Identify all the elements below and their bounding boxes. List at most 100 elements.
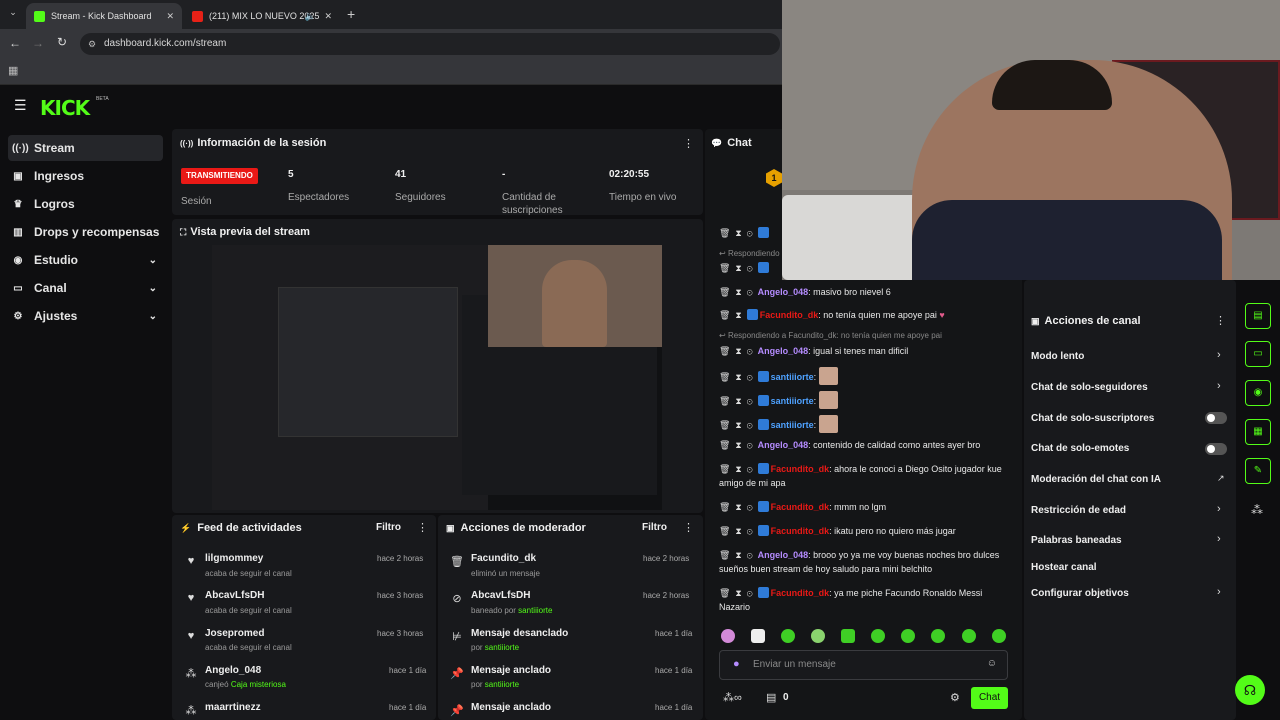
emote-icon[interactable]: [781, 629, 795, 643]
emote-icon[interactable]: [871, 629, 885, 643]
notes-icon[interactable]: ▤: [1245, 303, 1271, 329]
followers-only-setting[interactable]: Chat de solo-seguidores: [1031, 382, 1148, 393]
mod-tools-icon[interactable]: 🗑⧗⊙: [719, 372, 758, 382]
mod-tools-icon[interactable]: 🗑⧗⊙: [719, 263, 758, 273]
chat-bubble-icon[interactable]: ▭: [1245, 341, 1271, 367]
help-chat-button[interactable]: ☊: [1235, 675, 1265, 705]
feed-item-name[interactable]: AbcavLfsDH: [205, 590, 264, 601]
community-icon[interactable]: ⁂: [1251, 503, 1263, 517]
more-options-icon[interactable]: ⋮: [417, 521, 428, 534]
mod-item-name[interactable]: Facundito_dk: [471, 553, 536, 564]
chevron-right-icon[interactable]: ›: [1217, 533, 1221, 545]
mod-tools-icon[interactable]: 🗑⧗: [719, 310, 747, 320]
slow-mode-setting[interactable]: Modo lento: [1031, 351, 1084, 362]
activity-filter-button[interactable]: Filtro: [376, 522, 401, 533]
chat-username[interactable]: Angelo_048: [758, 550, 809, 560]
mod-tools-icon[interactable]: 🗑⧗⊙: [719, 287, 758, 297]
chat-username[interactable]: santiiiorte: [771, 396, 814, 406]
mod-tools-icon[interactable]: 🗑⧗⊙: [719, 502, 758, 512]
mod-tools-icon[interactable]: 🗑⧗⊙: [719, 550, 758, 560]
age-restriction-setting[interactable]: Restricción de edad: [1031, 505, 1126, 516]
chevron-right-icon[interactable]: ›: [1217, 349, 1221, 361]
reload-icon[interactable]: ↻: [57, 35, 67, 49]
mod-tools-icon[interactable]: 🗑⧗⊙: [719, 440, 758, 450]
external-link-icon[interactable]: ↗: [1217, 473, 1225, 484]
more-options-icon[interactable]: ⋮: [683, 137, 694, 150]
close-tab-icon[interactable]: ✕: [324, 11, 332, 22]
tab-search-button[interactable]: ⌄: [6, 7, 20, 21]
speaker-icon[interactable]: 🔈: [305, 11, 316, 22]
subscribers-only-toggle[interactable]: [1205, 412, 1227, 424]
chat-username[interactable]: Facundito_dk: [771, 464, 830, 474]
mod-tools-icon[interactable]: 🗑⧗⊙: [719, 526, 758, 536]
emote-icon[interactable]: [962, 629, 976, 643]
chat-username[interactable]: Facundito_dk: [771, 526, 830, 536]
emote-icon[interactable]: [992, 629, 1006, 643]
sidebar-item-ingresos[interactable]: ▣ Ingresos: [8, 163, 163, 189]
apps-grid-icon[interactable]: ▦: [8, 64, 18, 77]
back-icon[interactable]: ←: [9, 36, 21, 50]
feed-item-name[interactable]: lilgmommey: [205, 553, 263, 564]
chevron-right-icon[interactable]: ›: [1217, 380, 1221, 392]
tools-icon[interactable]: ▦: [1245, 419, 1271, 445]
site-info-icon[interactable]: ⚙: [88, 33, 96, 55]
chat-input[interactable]: ● Enviar un mensaje ☺: [719, 650, 1008, 680]
mod-item-name[interactable]: Mensaje anclado: [471, 665, 551, 676]
ai-moderation-setting[interactable]: Moderación del chat con IA: [1031, 474, 1161, 485]
kick-logo[interactable]: KICK: [40, 96, 90, 120]
emoji-picker-icon[interactable]: ☺: [987, 658, 997, 669]
browser-tab-youtube[interactable]: (211) MIX LO NUEVO 2025 🔈 ✕: [184, 3, 340, 29]
emote-icon[interactable]: [901, 629, 915, 643]
chevron-right-icon[interactable]: ›: [1217, 503, 1221, 515]
chat-username[interactable]: santiiiorte: [771, 372, 814, 382]
mod-filter-button[interactable]: Filtro: [642, 522, 667, 533]
emote-icon[interactable]: [841, 629, 855, 643]
chat-username[interactable]: Angelo_048: [758, 287, 809, 297]
sidebar-item-stream[interactable]: ((·)) Stream: [8, 135, 163, 161]
configure-goals-setting[interactable]: Configurar objetivos: [1031, 588, 1129, 599]
banned-words-setting[interactable]: Palabras baneadas: [1031, 535, 1122, 546]
sidebar-item-ajustes[interactable]: ⚙ Ajustes ⌄: [8, 303, 163, 329]
mod-tools-icon[interactable]: 🗑⧗⊙: [719, 346, 758, 356]
mod-tools-icon[interactable]: 🗑⧗⊙: [719, 396, 758, 406]
menu-icon[interactable]: ☰: [14, 97, 27, 114]
feed-item-name[interactable]: Josepromed: [205, 628, 264, 639]
sidebar-item-estudio[interactable]: ◉ Estudio ⌄: [8, 247, 163, 273]
points-icon[interactable]: ⁂∞: [723, 691, 742, 704]
chevron-right-icon[interactable]: ›: [1217, 586, 1221, 598]
broadcast-icon[interactable]: ◉: [1245, 380, 1271, 406]
feed-item-name[interactable]: maarrtinezz: [205, 702, 261, 713]
sidebar-item-canal[interactable]: ▭ Canal ⌄: [8, 275, 163, 301]
browser-tab-kick[interactable]: Stream - Kick Dashboard ✕: [26, 3, 182, 29]
host-channel-setting[interactable]: Hostear canal: [1031, 562, 1097, 573]
chat-username[interactable]: Facundito_dk: [760, 310, 819, 320]
emote-icon[interactable]: [931, 629, 945, 643]
feed-item-name[interactable]: Angelo_048: [205, 665, 261, 676]
chat-username[interactable]: santiiiorte: [771, 420, 814, 430]
gift-icon[interactable]: ▤: [766, 691, 776, 704]
mod-tools-icon[interactable]: 🗑⧗⊙: [719, 464, 758, 474]
mod-item-name[interactable]: AbcavLfsDH: [471, 590, 530, 601]
mod-tools-icon[interactable]: 🗑⧗⊙: [719, 228, 758, 238]
sidebar-item-logros[interactable]: ♛ Logros: [8, 191, 163, 217]
chat-username[interactable]: Facundito_dk: [771, 502, 830, 512]
more-options-icon[interactable]: ⋮: [1215, 314, 1226, 327]
emote-icon[interactable]: [751, 629, 765, 643]
url-input[interactable]: ⚙ dashboard.kick.com/stream: [80, 33, 780, 55]
wrench-icon[interactable]: ✎: [1245, 458, 1271, 484]
mod-tools-icon[interactable]: 🗑⧗⊙: [719, 420, 758, 430]
chat-username[interactable]: Angelo_048: [758, 440, 809, 450]
mod-tools-icon[interactable]: 🗑⧗⊙: [719, 588, 758, 598]
forward-icon[interactable]: →: [32, 36, 44, 50]
emotes-only-toggle[interactable]: [1205, 443, 1227, 455]
chat-username[interactable]: Angelo_048: [758, 346, 809, 356]
mod-item-name[interactable]: Mensaje anclado: [471, 702, 551, 713]
chat-username[interactable]: Facundito_dk: [771, 588, 830, 598]
emote-icon[interactable]: [721, 629, 735, 643]
more-options-icon[interactable]: ⋮: [683, 521, 694, 534]
send-chat-button[interactable]: Chat: [971, 687, 1008, 709]
close-tab-icon[interactable]: ✕: [166, 11, 174, 22]
microphone-icon[interactable]: ●: [733, 658, 740, 670]
stream-preview-video[interactable]: [212, 245, 662, 510]
mod-item-name[interactable]: Mensaje desanclado: [471, 628, 568, 639]
